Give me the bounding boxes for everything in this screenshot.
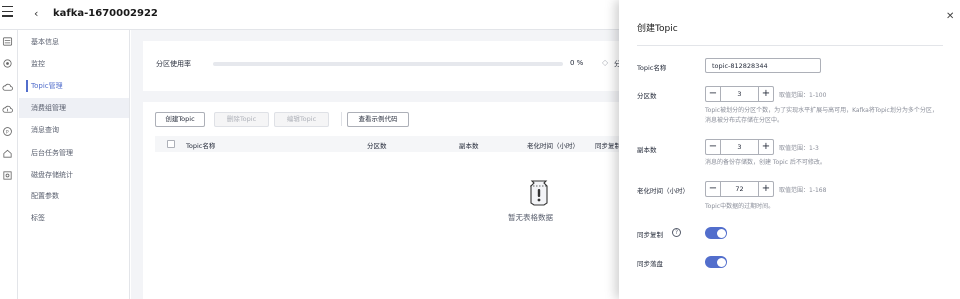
replicas-range: 取值范围：1-3 (779, 145, 819, 152)
aging-time-label: 老化时间（小时） (637, 187, 689, 195)
partitions-range: 取值范围：1-100 (779, 92, 827, 99)
aging-time-stepper[interactable]: − 72 + (705, 181, 774, 197)
replicas-increment-button[interactable]: + (758, 140, 773, 154)
replicas-label: 副本数 (637, 146, 657, 154)
close-icon[interactable]: ✕ (946, 11, 954, 23)
sync-flush-label: 同步落盘 (637, 260, 663, 268)
topic-name-input[interactable] (705, 58, 821, 73)
replicas-value[interactable]: 3 (721, 140, 758, 154)
partitions-label: 分区数 (637, 92, 657, 100)
aging-time-range: 取值范围：1-168 (779, 187, 827, 194)
drawer-title: 创建Topic (637, 24, 678, 34)
partitions-stepper[interactable]: − 3 + (705, 86, 774, 102)
partitions-increment-button[interactable]: + (758, 87, 773, 101)
aging-time-value[interactable]: 72 (721, 182, 758, 196)
partitions-value[interactable]: 3 (721, 87, 758, 101)
topic-name-label: Topic名称 (637, 64, 667, 72)
replicas-hint: 消息的备份存储数，创建 Topic 后不可修改。 (705, 159, 826, 166)
replicas-stepper[interactable]: − 3 + (705, 139, 774, 155)
overlay-mask[interactable] (0, 0, 619, 299)
aging-time-decrement-button[interactable]: − (706, 182, 721, 196)
sync-replication-toggle[interactable] (705, 227, 727, 239)
aging-time-increment-button[interactable]: + (758, 182, 773, 196)
partitions-hint: Topic被划分的分区个数，为了实现水平扩展与高可用，Kafka将Topic划分… (705, 107, 938, 124)
aging-time-hint: Topic中数据的过期时间。 (705, 203, 775, 210)
sync-flush-toggle[interactable] (705, 256, 727, 268)
sync-replication-label: 同步复制 (637, 231, 663, 239)
create-topic-drawer: 创建Topic ✕ Topic名称 分区数 − 3 + 取值范围：1-100 T… (619, 0, 960, 299)
help-icon[interactable]: ? (672, 228, 681, 237)
drawer-divider (637, 45, 943, 46)
replicas-decrement-button[interactable]: − (706, 140, 721, 154)
partitions-decrement-button[interactable]: − (706, 87, 721, 101)
